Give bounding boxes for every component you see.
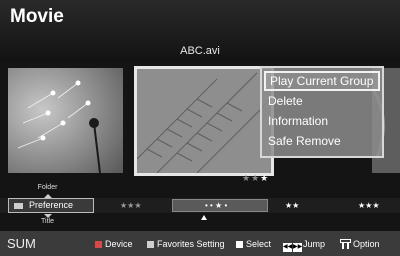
thumbnail-current[interactable]: [134, 66, 274, 176]
select-button[interactable]: Select: [236, 238, 271, 250]
jump-button[interactable]: ◀◀▶▶Jump: [283, 238, 326, 252]
context-menu: Play Current Group Delete Information Sa…: [260, 66, 384, 158]
group-caret-icon: [201, 215, 207, 220]
group-segment-3[interactable]: ★★: [285, 201, 299, 210]
group-segment-1[interactable]: ★★★: [120, 201, 142, 210]
rewind-key-icon: ◀◀: [283, 243, 293, 252]
page-title: Movie: [10, 6, 64, 27]
jump-label: Jump: [303, 239, 326, 249]
sort-option-next[interactable]: Title: [0, 218, 95, 225]
brand-label: SUM: [7, 236, 36, 251]
menu-item-play-current-group[interactable]: Play Current Group: [264, 71, 380, 91]
sort-selector[interactable]: Preference: [8, 198, 94, 213]
device-label: Device: [105, 239, 133, 249]
menu-item-delete[interactable]: Delete: [264, 91, 380, 111]
dandelion-image: [8, 68, 123, 173]
rating-stars-lit: ★: [260, 173, 270, 183]
current-file-name: ABC.avi: [180, 45, 220, 57]
sort-option-previous[interactable]: Folder: [0, 184, 95, 191]
option-button[interactable]: Option: [340, 238, 380, 250]
select-label: Select: [246, 239, 272, 249]
group-segment-2[interactable]: • • ★ •: [205, 201, 227, 210]
favorites-setting-label: Favorites Setting: [157, 239, 225, 249]
red-key-icon: [95, 241, 102, 248]
rating-stars-dim: ★★: [242, 173, 261, 183]
favorites-setting-button[interactable]: Favorites Setting: [147, 238, 225, 250]
menu-item-information[interactable]: Information: [264, 111, 380, 131]
green-key-icon: [147, 241, 154, 248]
thumbnail-previous[interactable]: [8, 68, 123, 173]
fast-forward-key-icon: ▶▶: [293, 243, 303, 252]
group-segment-4[interactable]: ★★★: [358, 201, 380, 210]
header-bar: Movie ABC.avi: [0, 0, 400, 62]
option-label: Option: [353, 239, 380, 249]
leaf-pattern-image: [137, 69, 271, 173]
enter-key-icon: [236, 241, 243, 248]
footer-bar: SUM Device Favorites Setting Select ◀◀▶▶…: [0, 231, 400, 256]
tools-icon: [340, 239, 351, 249]
sort-current-label: Preference: [29, 200, 74, 210]
sort-box-icon: [14, 203, 23, 209]
menu-item-safe-remove[interactable]: Safe Remove: [264, 131, 380, 151]
device-button[interactable]: Device: [95, 238, 133, 250]
rating-stars: ★★★: [242, 173, 269, 184]
